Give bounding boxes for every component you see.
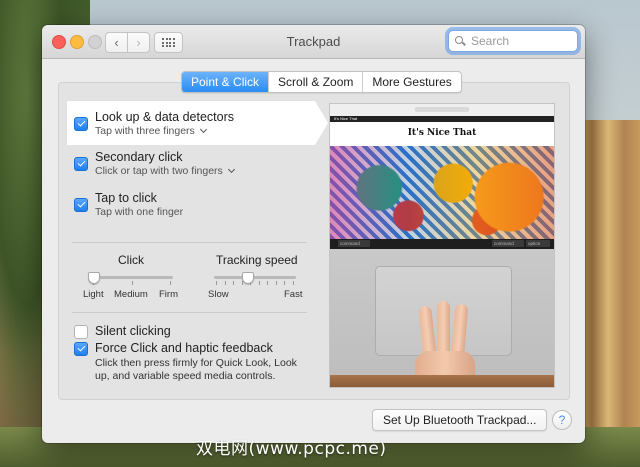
look-up-checkbox[interactable] xyxy=(74,117,88,131)
look-up-subtitle[interactable]: Tap with three fingers xyxy=(95,125,207,137)
tab-scroll-zoom[interactable]: Scroll & Zoom xyxy=(269,72,364,92)
tracking-slider-label: Tracking speed xyxy=(216,253,298,267)
silent-clicking-checkbox[interactable] xyxy=(74,325,88,339)
tracking-max-label: Fast xyxy=(284,289,303,300)
preview-desk xyxy=(330,375,554,387)
click-slider-knob[interactable] xyxy=(88,272,100,284)
watermark-text: 双电网(www.pcpc.me) xyxy=(196,439,387,459)
preview-site-title: It's Nice That xyxy=(407,128,477,138)
search-field[interactable] xyxy=(448,30,578,52)
divider xyxy=(72,242,307,243)
click-tick-firm: Firm xyxy=(159,289,178,300)
preview-key: option xyxy=(526,240,550,247)
tap-to-click-title: Tap to click xyxy=(95,191,157,205)
tracking-slider-knob[interactable] xyxy=(241,272,254,284)
silent-clicking-label: Silent clicking xyxy=(95,324,171,338)
tap-to-click-subtitle: Tap with one finger xyxy=(95,206,184,218)
click-tick-light: Light xyxy=(83,289,104,300)
chevron-down-icon xyxy=(227,165,235,174)
help-button[interactable]: ? xyxy=(552,410,572,430)
click-slider-ticks xyxy=(93,281,171,285)
chevron-down-icon xyxy=(199,125,207,134)
search-icon xyxy=(455,36,465,46)
tracking-slider-track[interactable] xyxy=(214,276,296,279)
preview-key: command xyxy=(492,240,524,247)
click-tick-medium: Medium xyxy=(114,289,148,300)
preview-key: command xyxy=(338,240,370,247)
force-click-label: Force Click and haptic feedback xyxy=(95,341,273,355)
tab-bar: Point & Click Scroll & Zoom More Gesture… xyxy=(181,71,462,93)
force-click-description: Click then press firmly for Quick Look, … xyxy=(95,357,297,382)
click-slider-track[interactable] xyxy=(91,276,173,279)
force-click-checkbox[interactable] xyxy=(74,342,88,356)
tracking-slider-ticks xyxy=(216,281,294,285)
setup-bluetooth-trackpad-button[interactable]: Set Up Bluetooth Trackpad... xyxy=(372,409,548,431)
divider xyxy=(72,312,307,313)
secondary-click-title: Secondary click xyxy=(95,150,183,164)
gesture-preview: It's Nice That It's Nice That command co… xyxy=(329,103,555,388)
secondary-click-checkbox[interactable] xyxy=(74,157,88,171)
preview-keyboard: command command option xyxy=(330,239,554,249)
look-up-title: Look up & data detectors xyxy=(95,110,234,124)
search-input[interactable] xyxy=(469,33,573,49)
tracking-min-label: Slow xyxy=(208,289,229,300)
tab-more-gestures[interactable]: More Gestures xyxy=(363,72,460,92)
tab-point-click[interactable]: Point & Click xyxy=(182,72,270,92)
trackpad-window: ‹ › Trackpad Point & Click Scroll & Zoom… xyxy=(42,25,585,443)
click-slider-label: Click xyxy=(118,253,144,267)
tap-to-click-checkbox[interactable] xyxy=(74,198,88,212)
preview-laptop xyxy=(330,249,554,387)
secondary-click-subtitle[interactable]: Click or tap with two fingers xyxy=(95,165,235,177)
titlebar: ‹ › Trackpad xyxy=(42,25,585,59)
preview-site-header: It's Nice That xyxy=(330,122,554,146)
selected-row-arrow xyxy=(315,101,328,145)
